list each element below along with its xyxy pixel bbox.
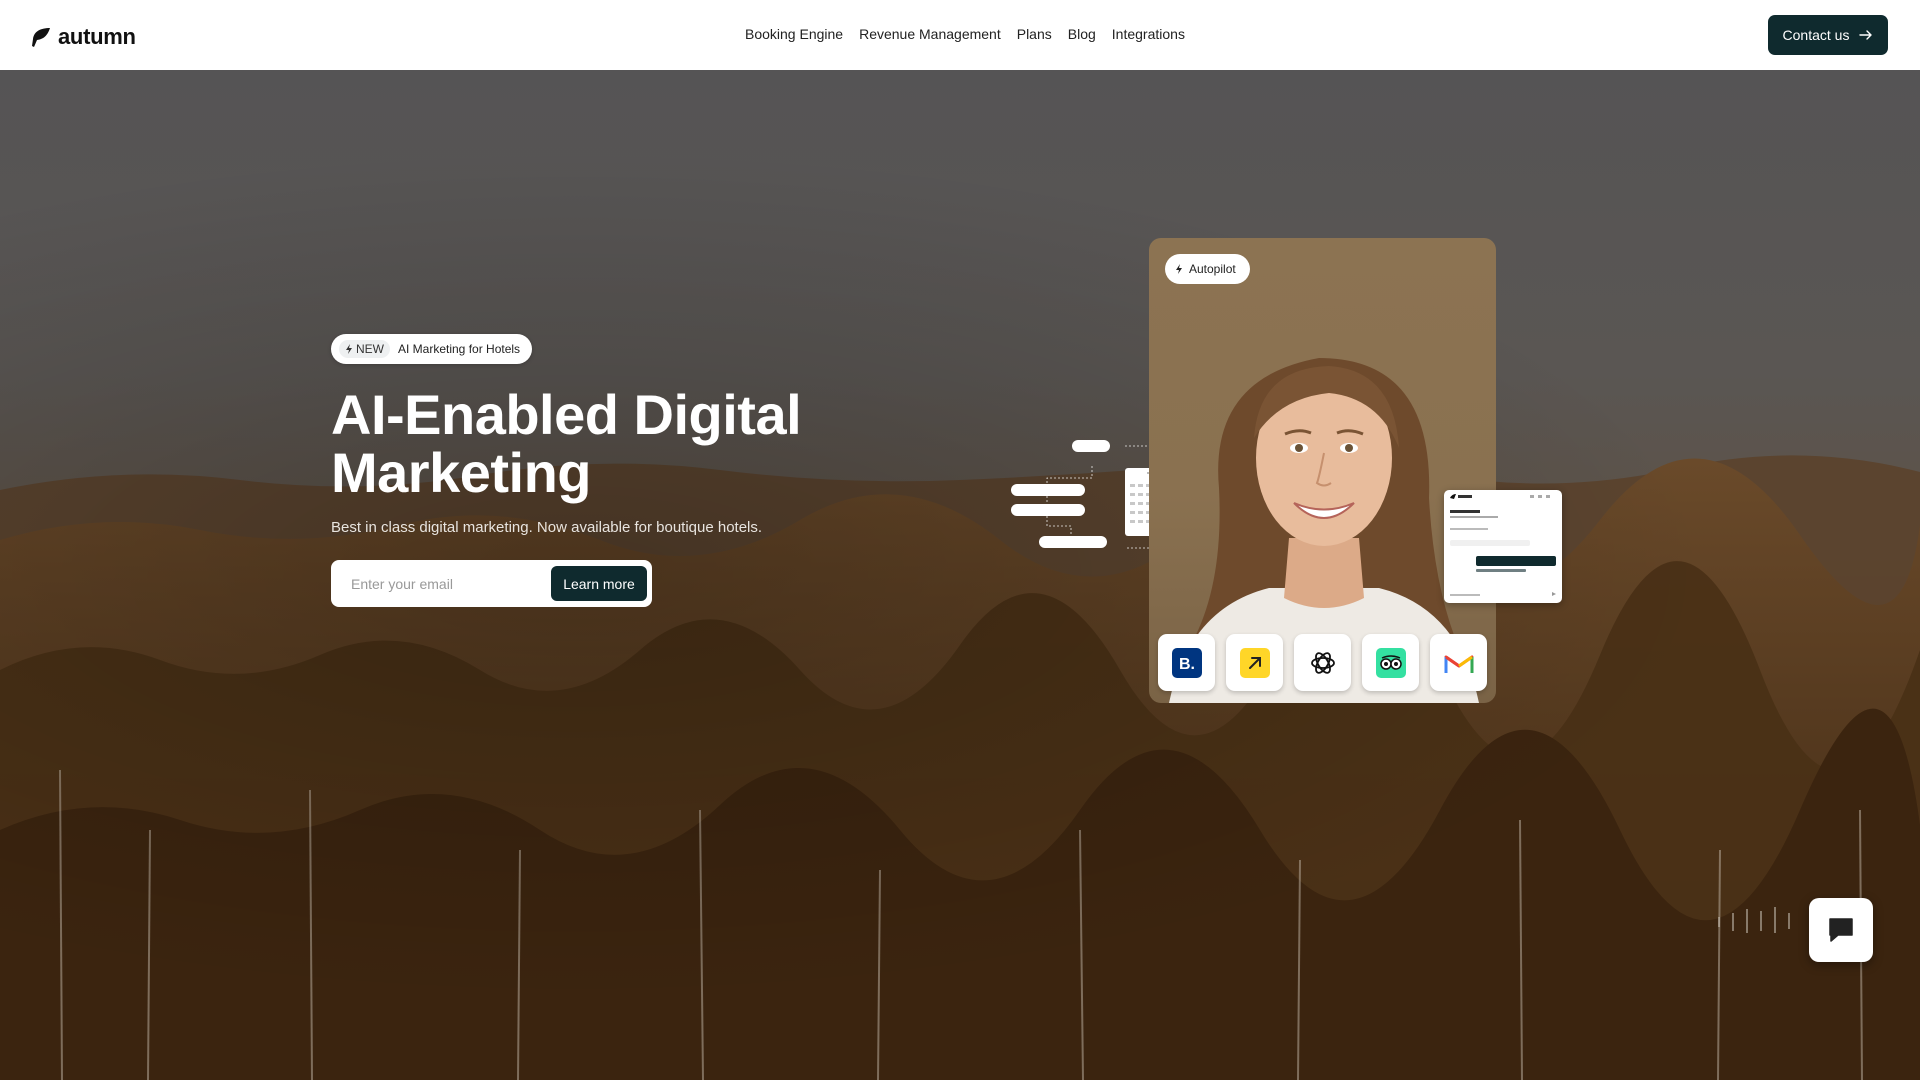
chat-launcher-button[interactable] [1809,898,1873,962]
autopilot-showcase-card: Autopilot B. [1149,238,1496,703]
hero-overlay [0,70,1920,1080]
leaf-logo-icon [32,28,50,47]
contact-us-button[interactable]: Contact us [1768,15,1888,55]
learn-more-button[interactable]: Learn more [551,566,647,601]
chat-preview-content [1450,494,1556,596]
workflow-step [1011,504,1085,516]
svg-text:B.: B. [1179,656,1195,673]
scroll-indicator-bars [1718,907,1790,933]
new-feature-badge[interactable]: NEW AI Marketing for Hotels [331,334,533,364]
site-header: autumn Booking Engine Revenue Management… [0,0,1920,70]
new-tag-label: NEW [356,342,384,356]
brand-name: autumn [58,24,136,49]
workflow-step [1039,536,1107,548]
nav-booking-engine[interactable]: Booking Engine [745,24,843,44]
integration-icons-row: B. [1158,634,1487,691]
gmail-icon [1430,634,1487,691]
contact-us-label: Contact us [1782,27,1850,43]
sparkle-icon [1176,264,1182,274]
brand-logo[interactable]: autumn [31,24,136,50]
autopilot-label: Autopilot [1189,262,1236,276]
workflow-step [1011,484,1085,496]
sparkle-icon [346,344,352,354]
autopilot-chip: Autopilot [1165,254,1250,284]
nav-revenue-management[interactable]: Revenue Management [859,24,1001,44]
email-signup-form: Learn more [331,560,652,607]
arrow-app-icon [1226,634,1283,691]
tripadvisor-icon [1362,634,1419,691]
nav-integrations[interactable]: Integrations [1112,24,1185,44]
hero-subheadline: Best in class digital marketing. Now ava… [331,519,763,536]
chat-bubble-icon [1829,918,1853,942]
new-tag: NEW [339,340,390,358]
booking-com-icon: B. [1158,634,1215,691]
workflow-step [1072,440,1110,452]
nav-blog[interactable]: Blog [1068,24,1096,44]
main-nav: Booking Engine Revenue Management Plans … [745,24,1185,44]
hero-section [0,70,1920,1080]
badge-text: AI Marketing for Hotels [398,342,521,356]
email-input[interactable] [351,575,551,592]
nav-plans[interactable]: Plans [1017,24,1052,44]
chat-preview-widget [1444,490,1562,603]
hero-headline: AI-Enabled Digital Marketing [331,383,802,504]
openai-icon [1294,634,1351,691]
arrow-right-icon [1859,30,1873,40]
